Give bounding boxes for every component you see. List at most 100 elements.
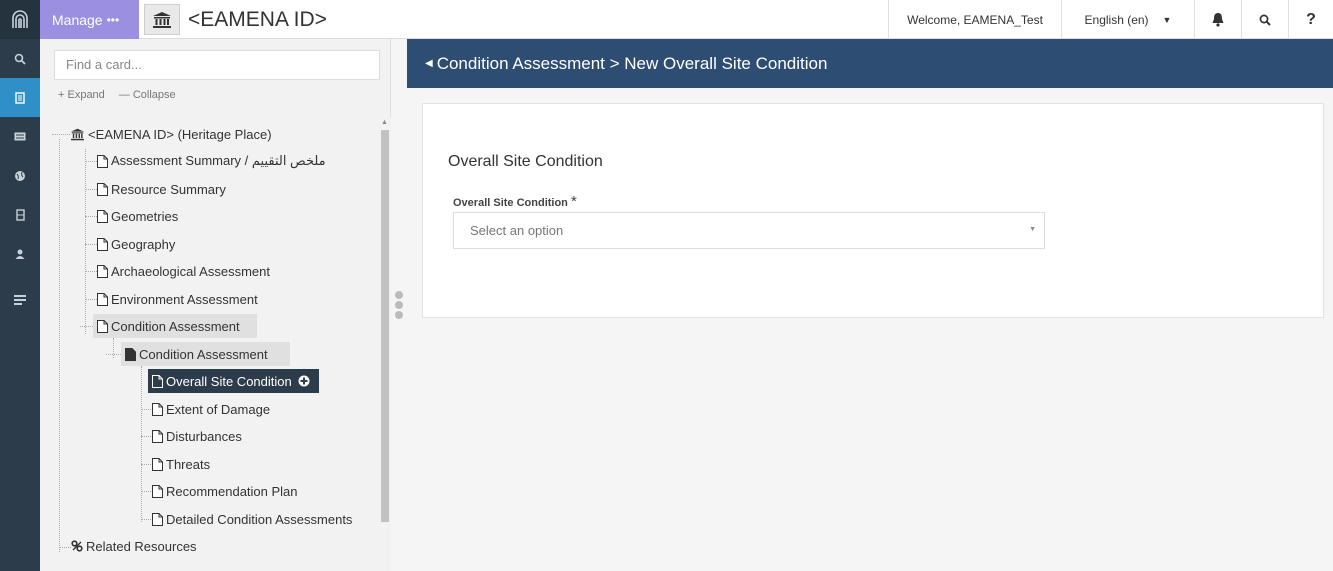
notifications-button[interactable] (1194, 0, 1241, 39)
file-icon (97, 319, 108, 333)
rail-cards[interactable] (0, 117, 40, 156)
file-icon (97, 209, 108, 223)
chevron-down-icon: ▼ (1029, 226, 1036, 233)
card-tree-panel: Find a card... + Expand — Collapse <EAME… (40, 39, 391, 571)
file-icon (97, 237, 108, 251)
collapse-label: Collapse (132, 89, 176, 101)
manage-button[interactable]: Manage ••• (40, 0, 139, 39)
top-header: Manage ••• <EAMENA ID> Welcome, EAMENA_T… (40, 0, 1333, 39)
language-select[interactable]: English (en) ▼ (1061, 0, 1194, 39)
caret-down-icon: ▼ (1162, 14, 1172, 25)
required-mark: * (570, 193, 577, 210)
panel-resize-handle[interactable] (392, 39, 406, 571)
rail-map[interactable] (0, 156, 40, 195)
tree-controls: + Expand — Collapse (58, 89, 176, 101)
tree-node-label: Threats (166, 456, 211, 472)
tree-node-label: Assessment Summary / ملخص التقييم (111, 153, 326, 168)
book-icon (15, 208, 25, 221)
tree-node-label: Recommendation Plan (166, 483, 298, 499)
scroll-up-arrow[interactable]: ▲ (381, 119, 388, 126)
back-caret-icon[interactable]: ◀ (425, 58, 433, 69)
tree-node-extent-of-damage[interactable]: Extent of Damage (148, 397, 276, 421)
list-icon (14, 294, 26, 305)
help-button[interactable]: ? (1288, 0, 1333, 39)
resource-info: <EAMENA ID> (144, 0, 327, 39)
header-actions: Welcome, EAMENA_Test English (en) ▼ ? (888, 0, 1333, 39)
drag-dot (395, 301, 403, 309)
tree-node-label: Detailed Condition Assessments (166, 511, 353, 527)
tree-node-condition-assessment-tile[interactable]: Condition Assessment (121, 342, 290, 366)
more-dots-icon: ••• (106, 12, 120, 27)
tree-node-threats[interactable]: Threats (148, 452, 216, 476)
tree-node-label: Resource Summary (111, 181, 226, 197)
tree-node-environment-assessment[interactable]: Environment Assessment (93, 287, 264, 311)
rail-search[interactable] (0, 39, 40, 78)
card-tree: <EAMENA ID> (Heritage Place) Assessment … (40, 117, 377, 571)
tree-scroll-thumb[interactable] (381, 130, 389, 522)
select-placeholder: Select an option (470, 223, 564, 238)
field-label: Overall Site Condition * (453, 193, 577, 210)
card-icon (14, 132, 26, 141)
nav-rail (0, 0, 40, 571)
drag-dot (395, 311, 403, 319)
rail-reports[interactable] (0, 195, 40, 234)
tree-node-recommendation-plan[interactable]: Recommendation Plan (148, 479, 304, 503)
museum-icon (153, 11, 171, 28)
manage-label: Manage (52, 11, 103, 28)
file-icon (97, 182, 108, 196)
global-search-button[interactable] (1241, 0, 1288, 39)
tree-node-label: Extent of Damage (166, 401, 271, 417)
file-icon (152, 484, 163, 498)
tree-node-geometries[interactable]: Geometries (93, 204, 184, 228)
tree-node-label: Related Resources (86, 538, 197, 554)
tree-node-detailed-condition-assessments[interactable]: Detailed Condition Assessments (148, 507, 358, 531)
globe-icon (15, 170, 25, 181)
file-filled-icon (125, 347, 136, 361)
breadcrumb[interactable]: Condition Assessment > New Overall Site … (437, 54, 828, 74)
app-logo[interactable] (0, 0, 40, 39)
overall-site-condition-select[interactable]: Select an option ▼ (453, 212, 1045, 249)
tree-node-archaeological-assessment[interactable]: Archaeological Assessment (93, 259, 276, 283)
link-icon (71, 540, 83, 552)
rail-profile[interactable] (0, 234, 40, 273)
tree-node-label: Condition Assessment (139, 346, 268, 362)
resource-type-badge (144, 4, 180, 35)
file-icon (152, 402, 163, 416)
collapse-all-button[interactable]: — Collapse (119, 89, 176, 101)
find-card-input[interactable]: Find a card... (54, 50, 380, 80)
tree-node-label: Disturbances (166, 428, 242, 444)
tree-node-resource-summary[interactable]: Resource Summary (93, 177, 232, 201)
plus-circle-icon[interactable] (298, 375, 310, 387)
museum-icon (70, 128, 85, 141)
file-icon (97, 264, 108, 278)
tree-node-condition-assessment[interactable]: Condition Assessment (93, 314, 257, 338)
card-title: Overall Site Condition (448, 153, 603, 170)
tree-node-label: Geometries (111, 208, 179, 224)
rail-menu[interactable] (0, 280, 40, 319)
tree-node-heritage-place[interactable]: <EAMENA ID> (Heritage Place) (66, 122, 278, 146)
user-icon (15, 249, 25, 259)
tree-node-label: Geography (111, 236, 176, 252)
language-label: English (en) (1084, 12, 1149, 27)
card-breadcrumb-bar: ◀ Condition Assessment > New Overall Sit… (407, 39, 1333, 88)
tree-node-label: <EAMENA ID> (Heritage Place) (88, 126, 272, 142)
user-welcome[interactable]: Welcome, EAMENA_Test (888, 0, 1061, 39)
file-icon (152, 457, 163, 471)
tree-node-label: Archaeological Assessment (111, 263, 270, 279)
file-icon (152, 429, 163, 443)
tree-node-assessment-summary[interactable]: Assessment Summary / ملخص التقييم (93, 149, 332, 173)
card-form: Overall Site Condition Overall Site Cond… (422, 103, 1324, 318)
expand-label: Expand (67, 89, 105, 101)
file-icon (152, 374, 163, 388)
rail-resource-editor[interactable] (0, 78, 40, 117)
tree-node-related-resources[interactable]: Related Resources (67, 534, 203, 558)
tree-node-disturbances[interactable]: Disturbances (148, 424, 248, 448)
search-icon (1259, 14, 1271, 26)
expand-all-button[interactable]: + Expand (58, 89, 105, 101)
tree-node-label: Condition Assessment (111, 318, 240, 334)
tree-node-geography[interactable]: Geography (93, 232, 181, 256)
tree-node-label: Overall Site Condition (166, 373, 292, 389)
help-icon: ? (1306, 10, 1316, 28)
file-icon (97, 292, 108, 306)
tree-node-overall-site-condition[interactable]: Overall Site Condition (148, 369, 319, 393)
